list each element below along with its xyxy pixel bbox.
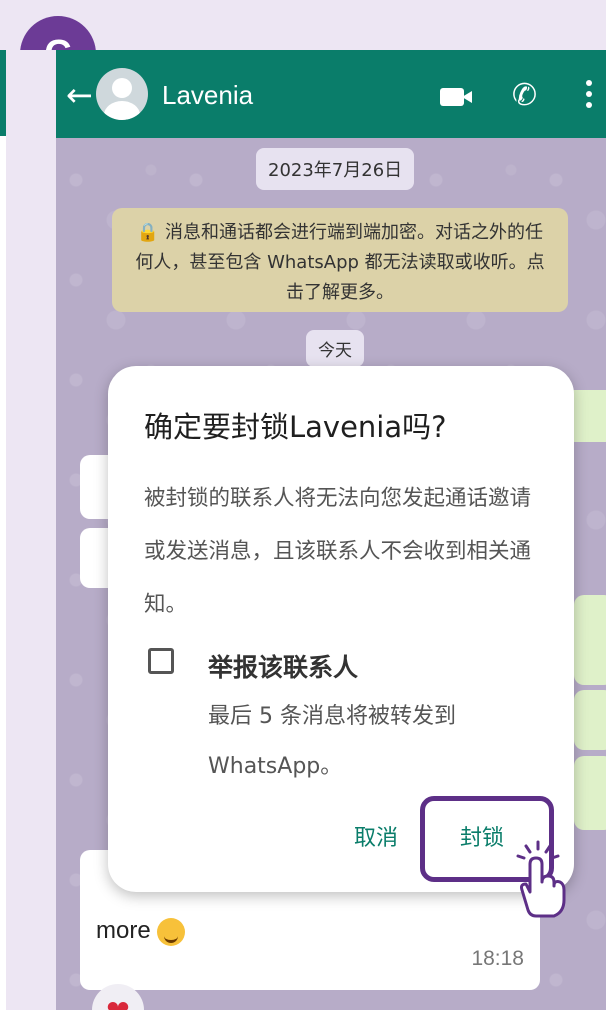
cancel-button[interactable]: 取消 [354,820,398,852]
phone-call-icon[interactable]: ✆ [512,78,537,113]
report-checkbox[interactable] [148,648,174,674]
outgoing-bubble [574,690,606,750]
date-chip: 2023年7月26日 [256,148,415,190]
outgoing-bubble [574,756,606,830]
contact-name[interactable]: Lavenia [162,80,253,111]
pointing-hand-icon [516,840,566,918]
outgoing-bubble [574,595,606,685]
avatar[interactable] [96,68,148,120]
video-call-icon[interactable] [440,88,472,106]
appbar: ← Lavenia ✆ [56,50,606,138]
message-time: 18:18 [471,947,524,970]
today-chip: 今天 [306,330,364,367]
encryption-notice[interactable]: 🔒 消息和通话都会进行端到端加密。对话之外的任何人，甚至包含 WhatsApp … [112,208,568,312]
dialog-title: 确定要封锁Lavenia吗? [144,410,447,444]
report-checkbox-label[interactable]: 举报该联系人 [208,648,358,684]
more-menu-icon[interactable] [586,80,592,110]
message-text: more [96,917,151,944]
back-arrow-icon[interactable]: ← [66,79,93,111]
dialog-body: 被封锁的联系人将无法向您发起通话邀请或发送消息，且该联系人不会收到相关通知。 [144,486,532,617]
smile-emoji-icon [157,917,186,946]
gap [6,50,56,1010]
report-checkbox-description: 最后 5 条消息将被转发到WhatsApp。 [208,704,456,779]
